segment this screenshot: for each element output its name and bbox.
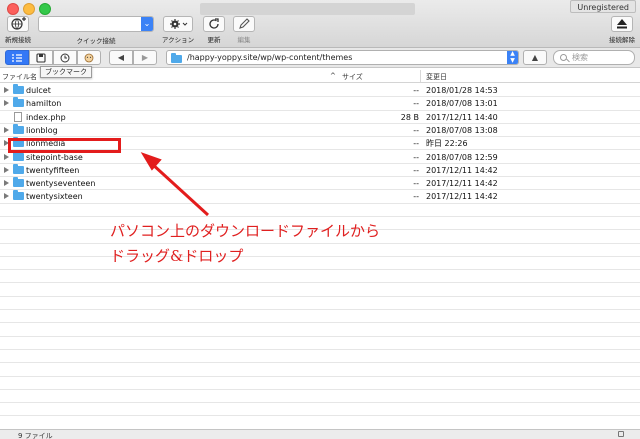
bookmarks-tooltip: ブックマーク bbox=[40, 66, 92, 78]
annotation-line-2: ドラッグ&ドロップ bbox=[110, 247, 244, 265]
annotation-line-1: パソコン上のダウンロードファイルから bbox=[110, 222, 381, 240]
